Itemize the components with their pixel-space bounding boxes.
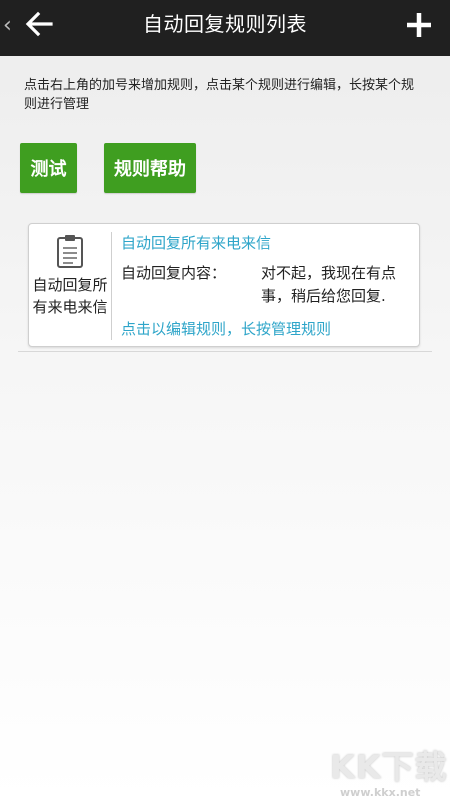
rule-card[interactable]: 自动回复所有来电来信 自动回复所有来电来信 自动回复内容： 对不起，我现在有点事… (28, 223, 420, 347)
test-button[interactable]: 测试 (20, 143, 77, 193)
rule-card-hint: 点击以编辑规则，长按管理规则 (121, 320, 332, 338)
reply-content-text: 对不起，我现在有点事，稍后给您回复. (261, 264, 397, 305)
list-divider (18, 351, 432, 352)
rule-help-button[interactable]: 规则帮助 (104, 143, 196, 193)
reply-content-label: 自动回复内容： (121, 264, 227, 282)
rule-title: 自动回复所有来电来信 (121, 234, 272, 252)
page-title: 自动回复规则列表 (143, 12, 307, 36)
watermark-text: KK下载 (330, 748, 448, 786)
watermark-url: www.kkx.net (340, 786, 421, 799)
plus-icon[interactable] (405, 11, 433, 39)
clipboard-icon (57, 235, 83, 268)
card-divider (111, 232, 112, 340)
app-bar: ‹ 自动回复规则列表 (0, 0, 450, 56)
rule-card-left: 自动回复所有来电来信 (29, 224, 111, 346)
watermark: KK下载 www.kkx.net (330, 742, 450, 800)
rule-card-details: 自动回复所有来电来信 自动回复内容： 对不起，我现在有点事，稍后给您回复. 点击… (121, 224, 411, 346)
rule-short-name: 自动回复所有来电来信 (32, 276, 108, 316)
hint-text: 点击右上角的加号来增加规则，点击某个规则进行编辑，长按某个规则进行管理 (24, 78, 415, 112)
